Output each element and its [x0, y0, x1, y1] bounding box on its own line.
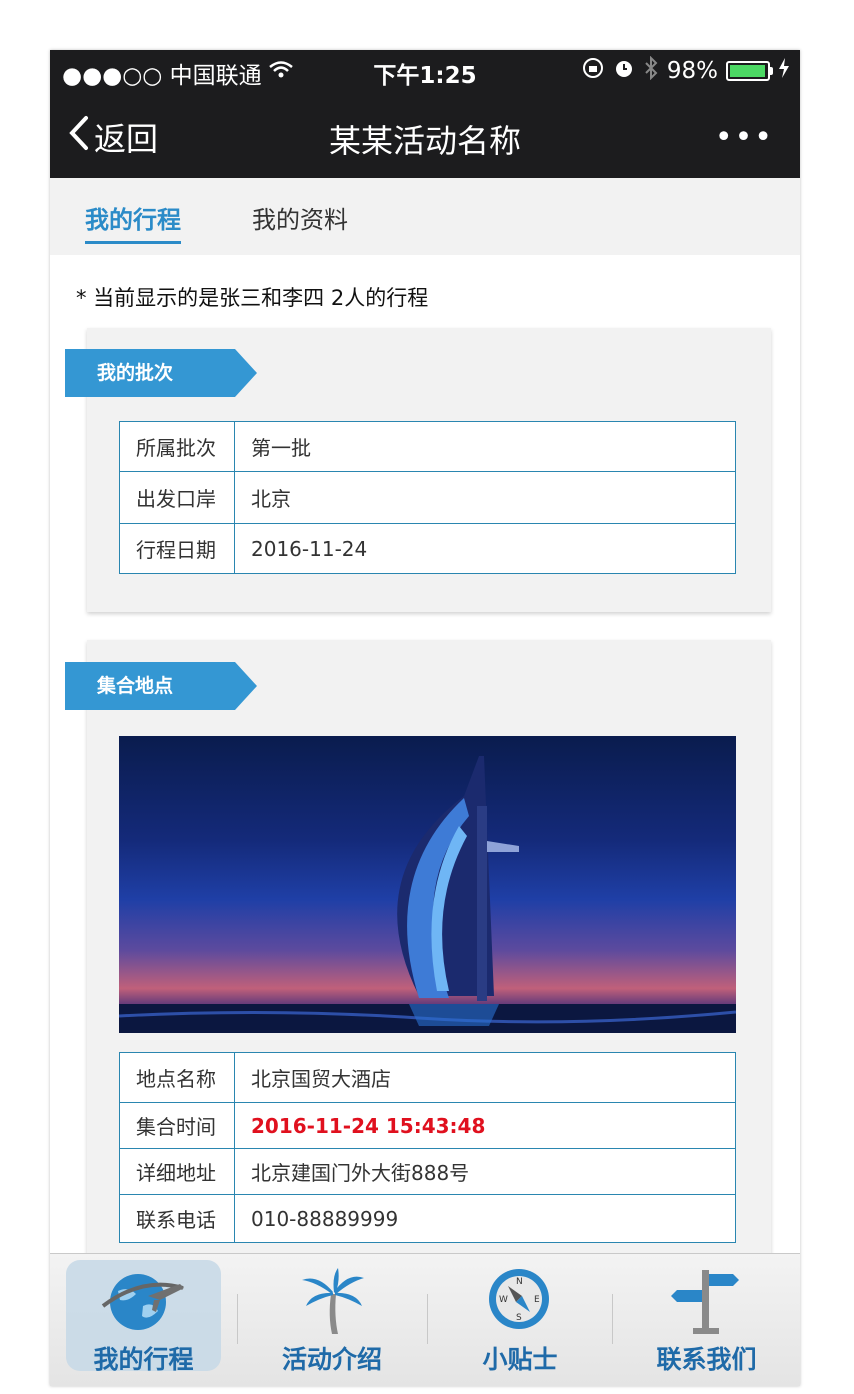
row-key: 联系电话	[119, 1194, 235, 1243]
battery-icon	[726, 61, 773, 81]
table-row: 详细地址 北京建国门外大街888号	[119, 1148, 736, 1195]
row-value: 北京	[234, 471, 736, 524]
svg-text:N: N	[516, 1277, 523, 1287]
page-title: 某某活动名称	[328, 122, 521, 160]
row-value: 010-88889999	[234, 1194, 736, 1243]
rotation-lock-icon	[581, 56, 605, 86]
tabbar-item-tips[interactable]: N S W E 小贴士	[428, 1254, 612, 1386]
globe-plane-icon	[98, 1266, 188, 1340]
tabbar-label: 活动介绍	[281, 1345, 382, 1374]
row-key: 出发口岸	[119, 471, 235, 524]
row-value: 北京国贸大酒店	[234, 1052, 736, 1103]
meeting-ribbon: 集合地点	[65, 662, 257, 710]
svg-text:S: S	[516, 1313, 522, 1323]
table-row: 出发口岸 北京	[119, 471, 736, 524]
row-key: 集合时间	[119, 1102, 235, 1149]
meeting-time-value: 2016-11-24 15:43:48	[234, 1102, 736, 1149]
row-key: 详细地址	[119, 1148, 235, 1195]
status-bar: ●●●○○ 中国联通 下午1:25 98%	[50, 50, 800, 90]
row-key: 所属批次	[119, 421, 235, 472]
table-row: 所属批次 第一批	[119, 421, 736, 472]
table-row: 集合时间 2016-11-24 15:43:48	[119, 1102, 736, 1149]
venue-photo	[119, 736, 736, 1033]
table-row: 联系电话 010-88889999	[119, 1194, 736, 1243]
tab-my-profile[interactable]: 我的资料	[252, 200, 348, 235]
tabbar-label: 联系我们	[656, 1345, 757, 1374]
more-options-button[interactable]: •••	[715, 120, 774, 155]
tabbar-item-itinerary[interactable]: 我的行程	[50, 1254, 237, 1386]
row-key: 行程日期	[119, 523, 235, 574]
palm-tree-icon	[298, 1266, 368, 1340]
compass-icon: N S W E	[486, 1266, 552, 1336]
svg-text:W: W	[499, 1295, 508, 1305]
bluetooth-icon	[643, 55, 659, 86]
batch-card: 我的批次 所属批次 第一批 出发口岸 北京 行程日期 2016-11-24	[65, 328, 771, 612]
alarm-icon	[613, 57, 635, 85]
batch-table: 所属批次 第一批 出发口岸 北京 行程日期 2016-11-24	[119, 421, 736, 574]
tabbar-label: 我的行程	[93, 1345, 194, 1374]
row-value: 第一批	[234, 421, 736, 472]
navigation-bar: 返回 某某活动名称 •••	[50, 90, 800, 178]
tab-my-itinerary[interactable]: 我的行程	[85, 200, 181, 244]
table-row: 地点名称 北京国贸大酒店	[119, 1052, 736, 1103]
signpost-icon	[669, 1264, 741, 1340]
charging-icon	[778, 58, 790, 84]
tabbar-label: 小贴士	[482, 1345, 558, 1374]
row-value: 2016-11-24	[234, 523, 736, 574]
table-row: 行程日期 2016-11-24	[119, 523, 736, 574]
segment-tabs: 我的行程 我的资料	[50, 178, 800, 255]
svg-text:E: E	[534, 1295, 540, 1305]
meeting-ribbon-label: 集合地点	[97, 675, 174, 697]
row-value: 北京建国门外大街888号	[234, 1148, 736, 1195]
tabbar-item-activity[interactable]: 活动介绍	[238, 1254, 426, 1386]
row-key: 地点名称	[119, 1052, 235, 1103]
meeting-table: 地点名称 北京国贸大酒店 集合时间 2016-11-24 15:43:48 详细…	[119, 1052, 736, 1243]
tabbar-item-contact[interactable]: 联系我们	[613, 1254, 800, 1386]
battery-percent: 98%	[666, 58, 718, 84]
meeting-place-card: 集合地点 地点名称 北京国贸大酒店 集合时间 2016-11-24 15:43:…	[65, 640, 771, 1340]
itinerary-notice: * 当前显示的是张三和李四 2人的行程	[76, 286, 429, 310]
bottom-tab-bar: 我的行程 活动介绍 N S W E 小贴士 联系我们	[50, 1253, 800, 1386]
phone-screen: ●●●○○ 中国联通 下午1:25 98% 返回 某某活动名称 ••• 我的行程…	[50, 50, 800, 1386]
batch-ribbon: 我的批次	[65, 349, 257, 397]
